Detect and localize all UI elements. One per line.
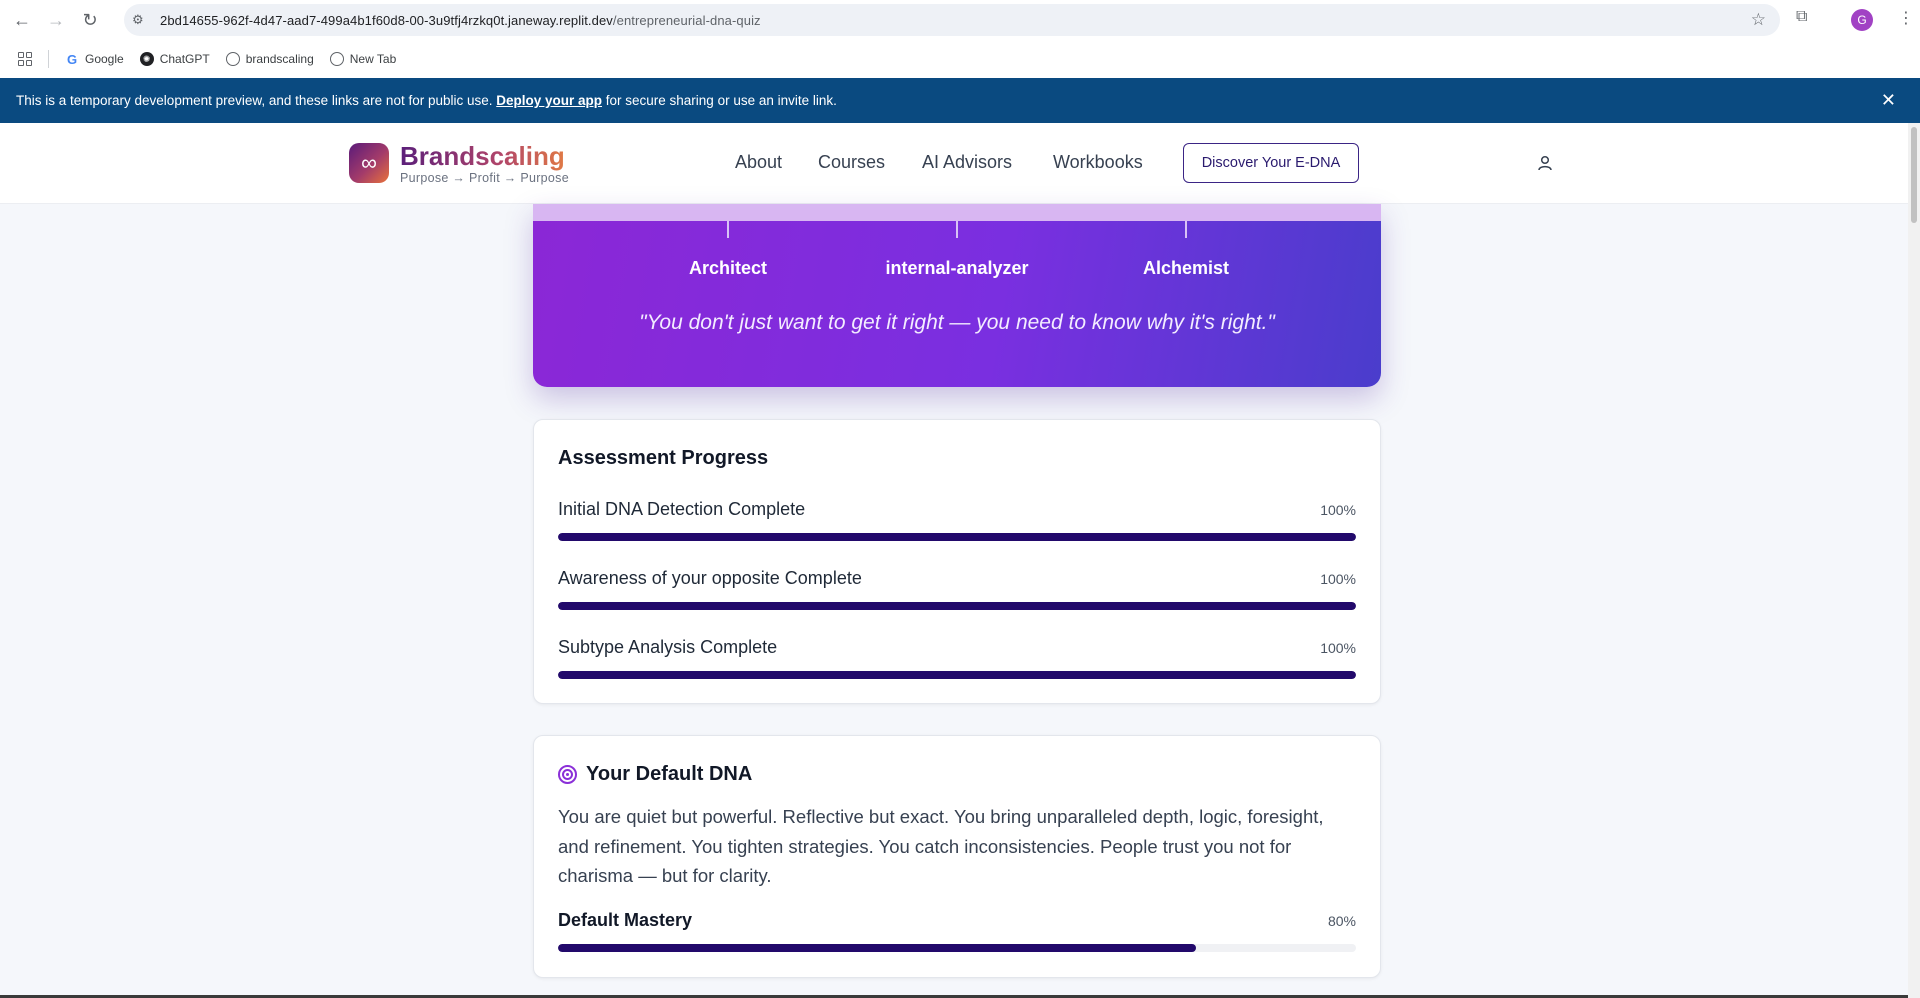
bookmark-label: brandscaling [245, 52, 314, 66]
type-connector [1185, 221, 1187, 238]
nav-about[interactable]: About [735, 152, 782, 173]
infinity-logo-icon[interactable]: ∞ [349, 143, 389, 183]
user-icon[interactable] [1536, 154, 1554, 172]
bookmark-label: New Tab [349, 52, 397, 66]
progress-fill [558, 602, 1356, 610]
card-title: Your Default DNA [586, 763, 753, 785]
bookmark-google[interactable]: G Google [65, 51, 124, 67]
default-dna-description: You are quiet but powerful. Reflective b… [558, 806, 1324, 886]
brand-tagline: Purpose → Profit → Purpose [400, 171, 569, 185]
nav-workbooks[interactable]: Workbooks [1053, 152, 1143, 173]
bookmark-chatgpt[interactable]: ✺ ChatGPT [139, 52, 210, 66]
progress-percent: 100% [1320, 571, 1356, 587]
url-text: 2bd14655-962f-4d47-aad7-499a4b1f60d8-00-… [160, 13, 761, 28]
brand-name[interactable]: Brandscaling [400, 141, 565, 172]
banner-text: for secure sharing or use an invite link… [602, 93, 837, 108]
card-title: Assessment Progress [558, 447, 769, 469]
assessment-progress-card: Assessment Progress Initial DNA Detectio… [533, 419, 1381, 704]
reload-icon[interactable]: ↻ [76, 6, 104, 34]
site-header: ∞ Brandscaling Purpose → Profit → Purpos… [0, 123, 1908, 204]
google-icon: G [66, 51, 78, 67]
mastery-percent: 80% [1327, 913, 1356, 929]
type-connector [956, 221, 958, 238]
chatgpt-icon: ✺ [139, 52, 154, 66]
discover-edna-button[interactable]: Discover Your E-DNA [1183, 143, 1359, 183]
deploy-app-link[interactable]: Deploy your app [496, 93, 602, 108]
back-icon[interactable]: ← [8, 6, 36, 34]
scrollbar-thumb[interactable] [1911, 127, 1917, 223]
progress-label: Subtype Analysis Complete [558, 637, 778, 657]
progress-bar [558, 602, 1356, 610]
progress-bar [558, 671, 1356, 679]
mastery-progress-fill [558, 944, 1197, 952]
bookmark-brandscaling[interactable]: brandscaling [225, 52, 314, 66]
progress-bar [558, 533, 1356, 541]
mastery-label: Default Mastery [558, 910, 693, 930]
dna-result-hero: Architect internal-analyzer Alchemist "Y… [533, 204, 1381, 387]
bookmarks-divider [48, 50, 49, 68]
banner-message: This is a temporary development preview,… [16, 93, 837, 108]
bookmark-label: ChatGPT [159, 52, 210, 66]
banner-text: This is a temporary development preview,… [16, 93, 497, 108]
nav-ai-advisors[interactable]: AI Advisors [922, 152, 1012, 173]
dev-preview-banner: This is a temporary development preview,… [0, 78, 1920, 123]
progress-label: Initial DNA Detection Complete [558, 499, 806, 519]
forward-icon[interactable]: → [42, 6, 70, 34]
url-path: /entrepreneurial-dna-quiz [612, 12, 761, 28]
page-scrollbar[interactable] [1908, 123, 1920, 998]
bookmark-star-icon[interactable]: ☆ [1751, 10, 1766, 30]
progress-fill [558, 671, 1356, 679]
type-label-alchemist: Alchemist [1142, 258, 1230, 278]
progress-percent: 100% [1320, 502, 1356, 518]
progress-fill [558, 533, 1356, 541]
type-label-architect: Architect [688, 258, 768, 278]
close-icon[interactable]: ✕ [1881, 90, 1896, 111]
extensions-icon[interactable]: ⧉ [1796, 8, 1807, 26]
dna-quote: "You don't just want to get it right — y… [639, 311, 1275, 334]
profile-avatar[interactable]: G [1851, 9, 1873, 31]
bookmarks-bar: G Google ✺ ChatGPT brandscaling New Tab [0, 40, 1920, 78]
hero-top-strip [533, 204, 1381, 221]
default-dna-card: Your Default DNA You are quiet but power… [533, 735, 1381, 978]
globe-icon [329, 52, 344, 66]
apps-grid-icon[interactable] [18, 52, 32, 66]
globe-icon [225, 52, 240, 66]
type-connector [727, 221, 729, 238]
target-icon [558, 765, 577, 784]
bookmark-label: Google [85, 52, 124, 66]
mastery-progress-bar [558, 944, 1356, 952]
url-host: 2bd14655-962f-4d47-aad7-499a4b1f60d8-00-… [160, 12, 613, 28]
browser-menu-icon[interactable]: ⋮ [1898, 8, 1914, 28]
nav-courses[interactable]: Courses [818, 152, 885, 173]
site-info-icon[interactable]: ⚙ [132, 12, 150, 28]
address-bar[interactable]: ⚙ 2bd14655-962f-4d47-aad7-499a4b1f60d8-0… [124, 4, 1780, 36]
progress-percent: 100% [1320, 640, 1356, 656]
browser-toolbar: ← → ↻ ⚙ 2bd14655-962f-4d47-aad7-499a4b1f… [0, 0, 1920, 40]
progress-label: Awareness of your opposite Complete [558, 568, 862, 588]
bookmark-new-tab[interactable]: New Tab [329, 52, 397, 66]
type-label-subtype: internal-analyzer [885, 258, 1029, 278]
